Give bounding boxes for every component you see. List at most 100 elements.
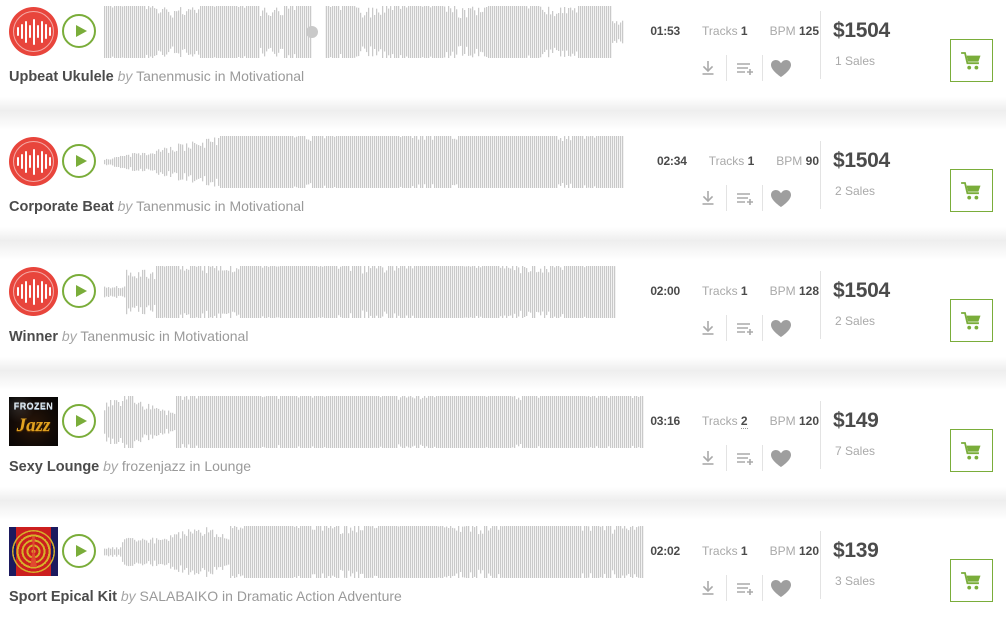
add-to-cart-button[interactable] xyxy=(950,39,993,82)
tracks-label: Tracks xyxy=(702,414,738,428)
download-icon[interactable] xyxy=(690,315,726,341)
bpm-meta: BPM 90 xyxy=(776,154,819,168)
track-thumbnail[interactable]: FROZEN Jazz xyxy=(9,397,58,446)
tracks-value: 1 xyxy=(740,544,748,558)
tracks-label: Tracks xyxy=(702,544,738,558)
track-sales-count: 2 Sales xyxy=(835,314,876,328)
track-thumbnail-image[interactable] xyxy=(9,527,58,576)
track-row: FROZEN Jazz Sexy Lounge by frozenjazz in L… xyxy=(0,390,1006,487)
track-author[interactable]: Tanenmusic xyxy=(80,328,155,344)
waveform-bars xyxy=(9,267,58,316)
track-count-meta: Tracks 2 xyxy=(702,414,748,429)
row-separator xyxy=(0,357,1006,390)
track-category[interactable]: Motivational xyxy=(229,198,304,214)
waveform-seekbar[interactable] xyxy=(104,396,644,448)
track-sales-count: 3 Sales xyxy=(835,574,876,588)
column-divider xyxy=(820,11,821,79)
add-to-cart-button[interactable] xyxy=(950,559,993,602)
add-to-playlist-icon[interactable] xyxy=(726,315,762,341)
track-title-line: Corporate Beat by Tanenmusic in Motivati… xyxy=(9,198,304,215)
track-meta: 02:34 Tracks 1 BPM 90 xyxy=(634,154,819,168)
add-to-cart-button[interactable] xyxy=(950,299,993,342)
by-label: by xyxy=(117,68,133,84)
download-icon[interactable] xyxy=(690,55,726,81)
audio-waveform-icon[interactable] xyxy=(9,7,58,56)
track-actions xyxy=(690,575,798,601)
bpm-value: 120 xyxy=(798,544,819,558)
heart-icon[interactable] xyxy=(762,315,798,341)
track-row: Corporate Beat by Tanenmusic in Motivati… xyxy=(0,130,1006,227)
by-label: by xyxy=(103,458,118,474)
track-category[interactable]: Motivational xyxy=(229,68,304,84)
track-duration: 02:02 xyxy=(650,544,681,558)
play-button[interactable] xyxy=(62,534,96,568)
track-row: Upbeat Ukulele by Tanenmusic in Motivati… xyxy=(0,0,1006,97)
add-to-playlist-icon[interactable] xyxy=(726,575,762,601)
tracks-label: Tracks xyxy=(702,284,738,298)
waveform-seekbar[interactable] xyxy=(104,266,616,318)
bpm-label: BPM xyxy=(776,154,803,168)
track-title[interactable]: Upbeat Ukulele xyxy=(9,69,114,85)
tracks-value: 1 xyxy=(740,24,748,38)
track-price: $149 xyxy=(833,409,879,432)
bpm-meta: BPM 128 xyxy=(770,284,819,298)
track-category[interactable]: Dramatic Action Adventure xyxy=(237,588,402,604)
row-separator xyxy=(0,227,1006,260)
waveform-seekbar[interactable] xyxy=(104,526,644,578)
audio-track-list: Upbeat Ukulele by Tanenmusic in Motivati… xyxy=(0,0,1006,617)
audio-waveform-icon[interactable] xyxy=(9,267,58,316)
track-thumbnail[interactable] xyxy=(9,7,58,56)
track-author[interactable]: SALABAIKO xyxy=(140,588,219,604)
download-icon[interactable] xyxy=(690,445,726,471)
track-category[interactable]: Motivational xyxy=(174,328,249,344)
bpm-value: 125 xyxy=(798,24,819,38)
add-to-cart-button[interactable] xyxy=(950,169,993,212)
play-button[interactable] xyxy=(62,274,96,308)
row-separator xyxy=(0,487,1006,520)
track-thumbnail-image[interactable]: FROZEN Jazz xyxy=(9,397,58,446)
tracks-value: 2 xyxy=(740,414,748,429)
waveform-seekbar[interactable] xyxy=(104,136,624,188)
download-icon[interactable] xyxy=(690,575,726,601)
track-title-line: Winner by Tanenmusic in Motivational xyxy=(9,328,248,345)
heart-icon[interactable] xyxy=(762,185,798,211)
shopping-cart-icon xyxy=(960,441,983,461)
play-button[interactable] xyxy=(62,14,96,48)
heart-icon[interactable] xyxy=(762,575,798,601)
shopping-cart-icon xyxy=(960,181,983,201)
track-author[interactable]: Tanenmusic xyxy=(136,68,211,84)
track-title[interactable]: Sexy Lounge xyxy=(9,459,99,475)
track-actions xyxy=(690,55,798,81)
download-icon[interactable] xyxy=(690,185,726,211)
waveform-seekbar[interactable] xyxy=(104,6,624,58)
add-to-playlist-icon[interactable] xyxy=(726,55,762,81)
track-author[interactable]: frozenjazz xyxy=(122,458,186,474)
bpm-label: BPM xyxy=(769,544,796,558)
column-divider xyxy=(820,401,821,469)
track-actions xyxy=(690,315,798,341)
audio-waveform-icon[interactable] xyxy=(9,137,58,186)
track-thumbnail[interactable] xyxy=(9,527,58,576)
shopping-cart-icon xyxy=(960,51,983,71)
add-to-playlist-icon[interactable] xyxy=(726,445,762,471)
column-divider xyxy=(820,141,821,209)
track-thumbnail[interactable] xyxy=(9,267,58,316)
track-count-meta: Tracks 1 xyxy=(709,154,755,168)
in-label: in xyxy=(214,198,226,214)
track-title[interactable]: Winner xyxy=(9,329,58,345)
tracks-value: 1 xyxy=(740,284,748,298)
play-button[interactable] xyxy=(62,144,96,178)
heart-icon[interactable] xyxy=(762,55,798,81)
track-author[interactable]: Tanenmusic xyxy=(136,198,211,214)
track-thumbnail[interactable] xyxy=(9,137,58,186)
play-button[interactable] xyxy=(62,404,96,438)
track-category[interactable]: Lounge xyxy=(204,458,251,474)
track-actions xyxy=(690,185,798,211)
track-title[interactable]: Corporate Beat xyxy=(9,199,114,215)
heart-icon[interactable] xyxy=(762,445,798,471)
track-duration: 01:53 xyxy=(650,24,681,38)
by-label: by xyxy=(120,588,136,604)
track-title[interactable]: Sport Epical Kit xyxy=(9,589,117,605)
add-to-playlist-icon[interactable] xyxy=(726,185,762,211)
add-to-cart-button[interactable] xyxy=(950,429,993,472)
